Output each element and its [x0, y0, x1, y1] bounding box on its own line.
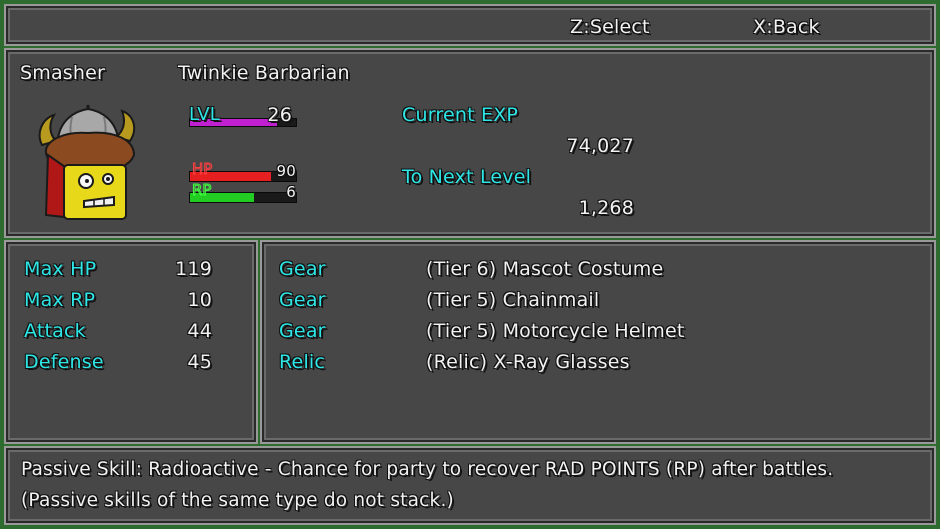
next-level-label: To Next Level	[402, 166, 532, 188]
stat-value: 45	[187, 351, 212, 373]
passive-skill-window: Passive Skill: Radioactive - Chance for …	[4, 446, 936, 525]
current-exp-label: Current EXP	[402, 104, 519, 126]
character-window: Smasher Twinkie Barbarian LVL 26 HP 90 R…	[4, 48, 936, 238]
stats-window: Max HP 119 Max RP 10 Attack 44 Defense 4…	[4, 240, 258, 444]
equipment-item[interactable]: (Tier 5) Motorcycle Helmet	[426, 322, 685, 341]
stat-label: Max HP	[24, 258, 97, 280]
stat-label: Attack	[24, 320, 86, 342]
equipment-item[interactable]: (Relic) X-Ray Glasses	[426, 353, 630, 372]
level-label: LVL	[189, 104, 220, 125]
select-hint[interactable]: Z:Select	[570, 18, 650, 37]
equipment-slot: Gear	[279, 320, 326, 342]
stat-value: 119	[175, 258, 212, 280]
character-class: Twinkie Barbarian	[178, 62, 350, 84]
character-name: Smasher	[20, 62, 106, 84]
equipment-item[interactable]: (Tier 5) Chainmail	[426, 291, 599, 310]
equipment-slot: Gear	[279, 289, 326, 311]
equipment-slot: Gear	[279, 258, 326, 280]
stat-label: Max RP	[24, 289, 96, 311]
header-window: Z:Select X:Back	[4, 4, 936, 46]
equipment-window: Gear (Tier 6) Mascot Costume Gear (Tier …	[260, 240, 936, 444]
rp-value: 6	[286, 183, 296, 201]
equipment-slot: Relic	[279, 351, 326, 373]
stat-value: 10	[187, 289, 212, 311]
hp-label: HP	[191, 160, 213, 178]
current-exp-value: 74,027	[566, 135, 634, 157]
back-hint[interactable]: X:Back	[753, 18, 820, 37]
barbarian-portrait-icon	[38, 105, 136, 220]
level-value: 26	[267, 104, 292, 126]
next-level-value: 1,268	[578, 197, 634, 219]
stat-value: 44	[187, 320, 212, 342]
rp-label: RP	[191, 181, 212, 199]
equipment-item[interactable]: (Tier 6) Mascot Costume	[426, 260, 663, 279]
passive-skill-description: Passive Skill: Radioactive - Chance for …	[21, 459, 834, 480]
passive-skill-note: (Passive skills of the same type do not …	[21, 490, 454, 511]
hp-value: 90	[276, 162, 296, 180]
stat-label: Defense	[24, 351, 104, 373]
